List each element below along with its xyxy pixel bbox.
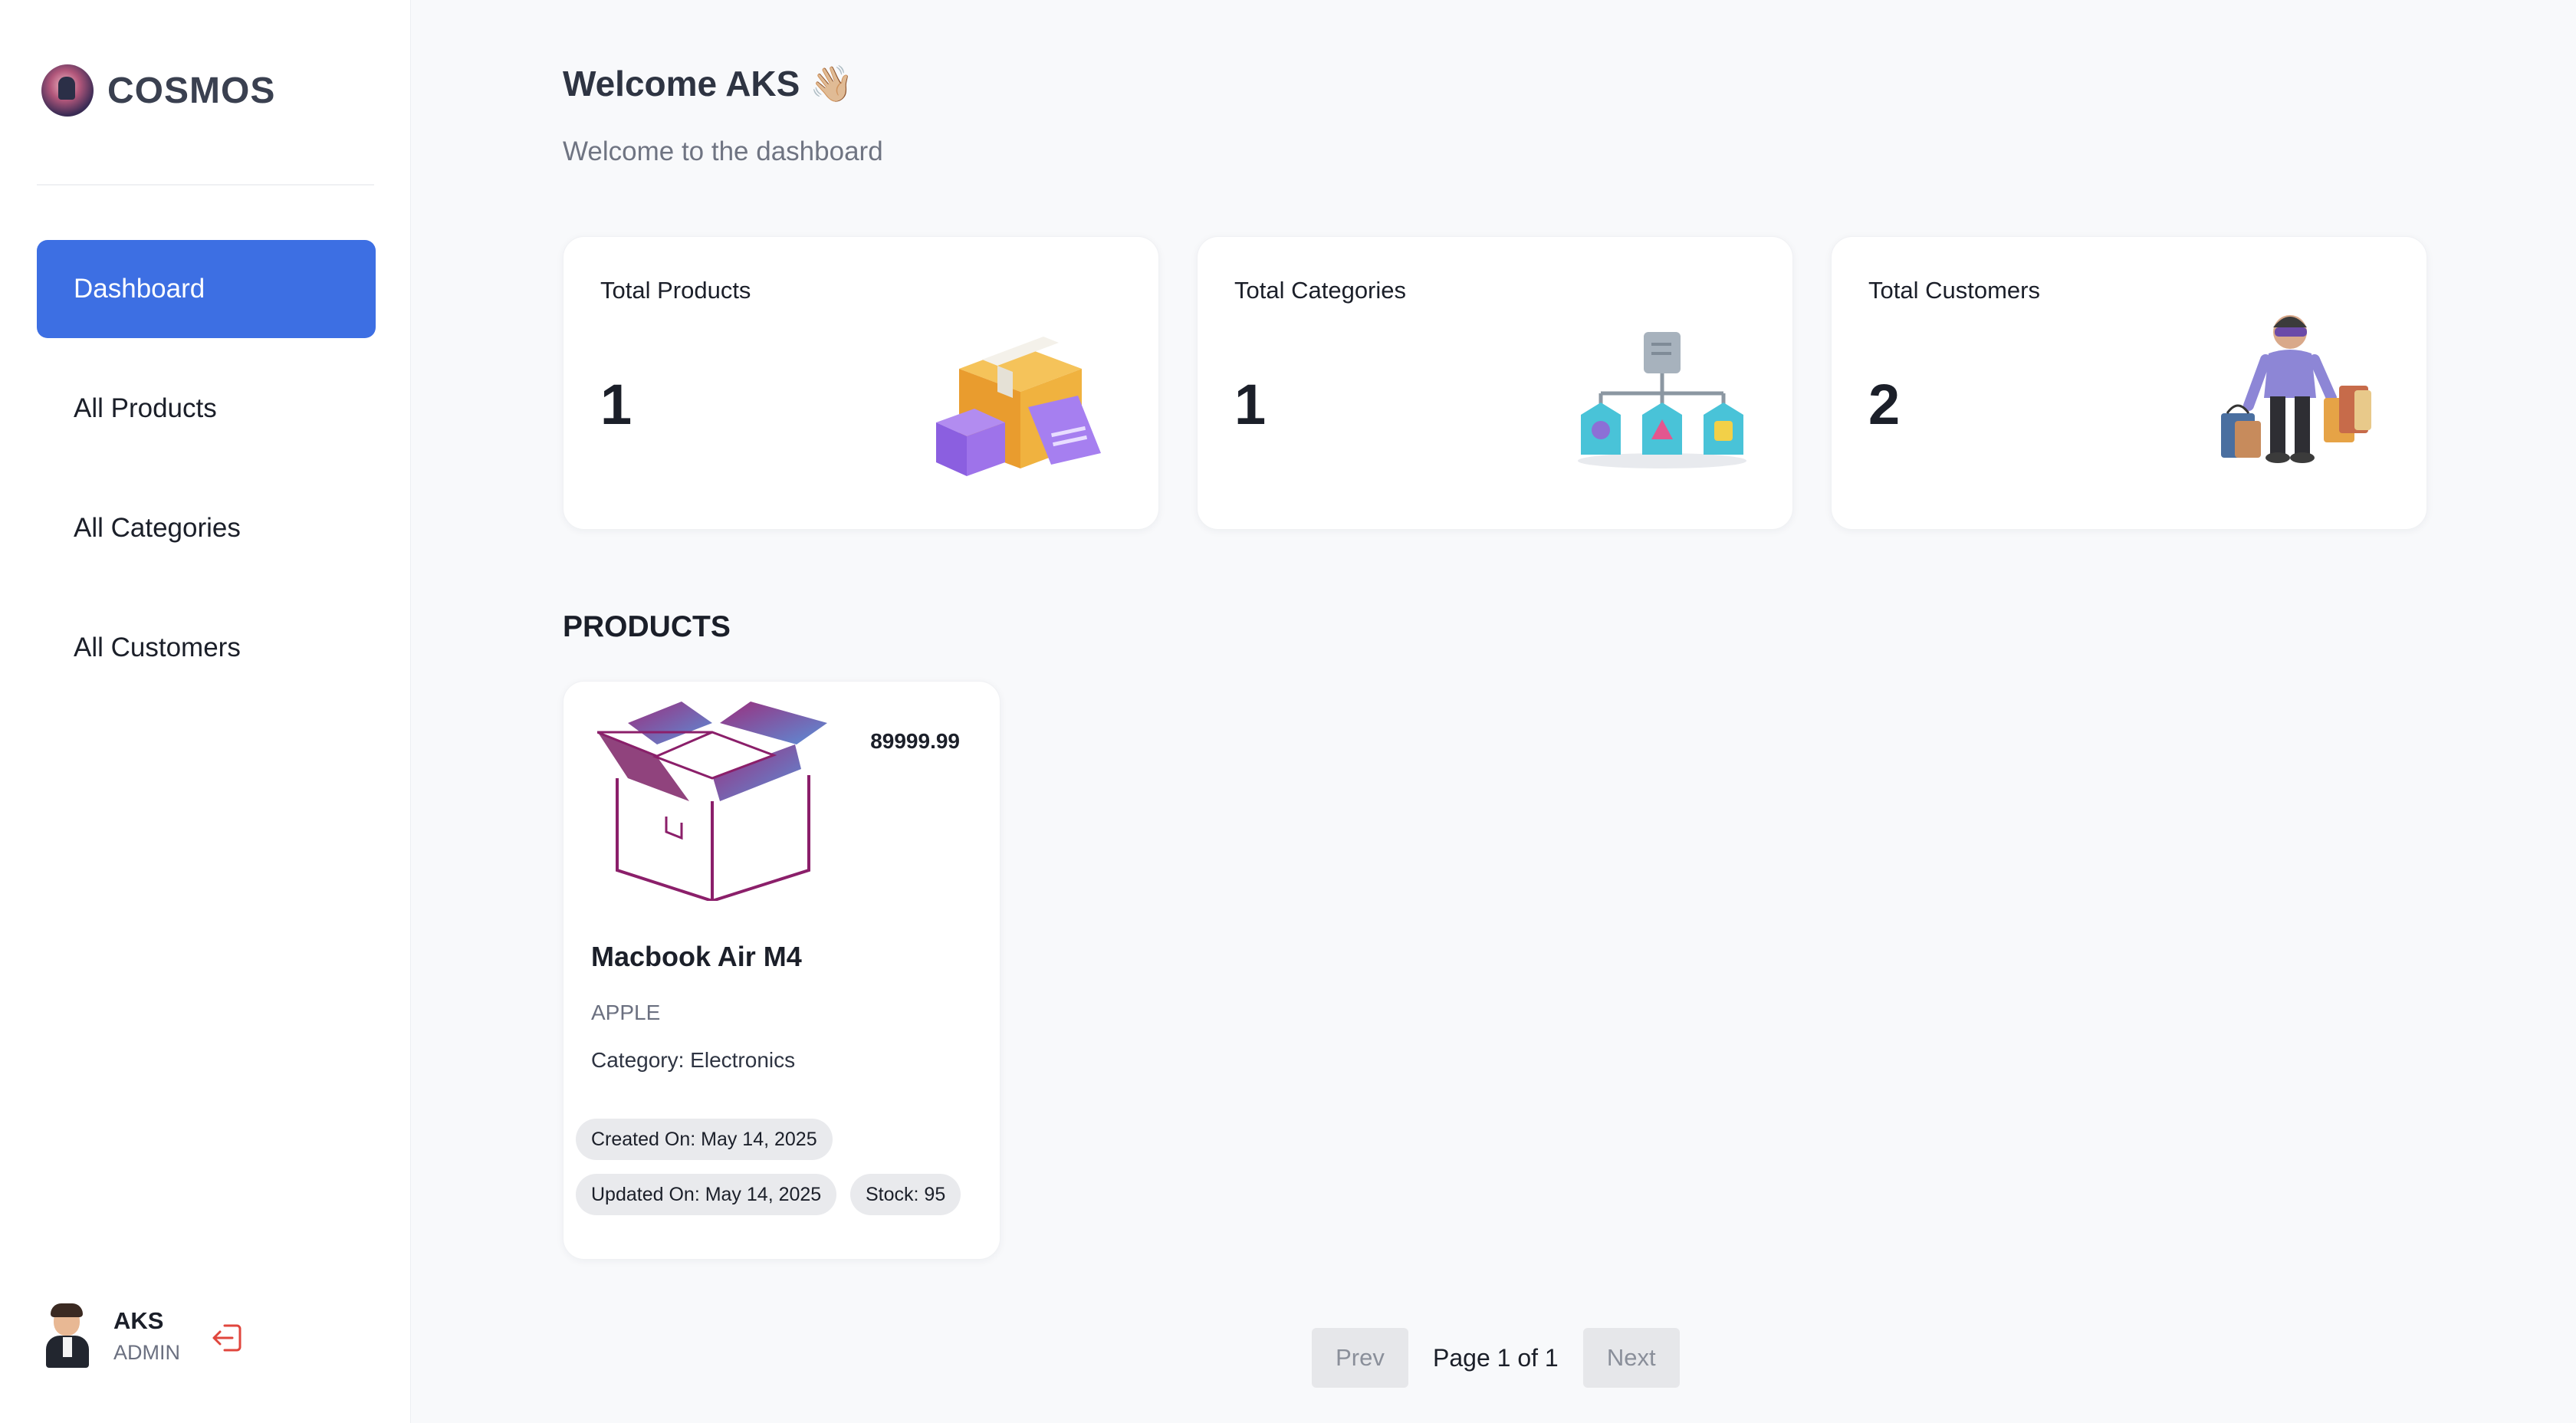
created-badge: Created On: May 14, 2025 [576,1119,833,1160]
customer-shopping-icon [2204,315,2380,476]
user-panel: AKS ADMIN [43,1303,246,1368]
pagination: Prev Page 1 of 1 Next [1312,1328,1680,1388]
product-name: Macbook Air M4 [591,941,802,972]
sidebar-item-all-customers[interactable]: All Customers [37,599,376,697]
stat-value: 1 [600,373,632,436]
product-box-icon [936,323,1112,476]
cosmos-logo-icon [41,64,94,117]
user-role: ADMIN [113,1340,180,1364]
user-info: AKS ADMIN [113,1307,180,1365]
sidebar-divider [37,184,374,186]
stat-card-customers: Total Customers 2 [1831,236,2427,530]
user-avatar-icon [43,1303,92,1368]
user-name: AKS [113,1306,164,1334]
page-indicator: Page 1 of 1 [1433,1343,1559,1372]
stat-label: Total Categories [1234,277,1407,304]
sidebar-nav: Dashboard All Products All Categories Al… [37,240,376,718]
product-category: Category: Electronics [591,1048,796,1072]
stat-label: Total Customers [1868,277,2040,304]
product-brand: APPLE [591,1001,661,1024]
updated-badge: Updated On: May 14, 2025 [576,1174,837,1215]
logout-icon[interactable] [209,1319,246,1356]
page-title: Welcome AKS 👋🏼 [563,64,854,104]
stock-badge: Stock: 95 [850,1174,961,1215]
sidebar-item-all-products[interactable]: All Products [37,360,376,458]
page-subtitle: Welcome to the dashboard [563,136,883,166]
products-section-title: PRODUCTS [563,610,731,643]
sidebar-item-all-categories[interactable]: All Categories [37,479,376,577]
sidebar-item-dashboard[interactable]: Dashboard [37,240,376,338]
next-button[interactable]: Next [1582,1328,1680,1388]
stat-card-products: Total Products 1 [563,236,1159,530]
category-tree-icon [1570,323,1746,476]
brand-name: COSMOS [107,70,276,111]
product-price: 89999.99 [870,729,960,753]
open-box-icon [596,702,835,903]
app-root: COSMOS Dashboard All Products All Catego… [0,0,2576,1423]
stat-value: 1 [1234,373,1267,436]
product-card[interactable]: 89999.99 Macbook Air M4 APPLE Category: … [563,681,1001,1260]
stat-card-categories: Total Categories 1 [1197,236,1793,530]
stat-value: 2 [1868,373,1901,436]
brand[interactable]: COSMOS [41,64,275,117]
sidebar: COSMOS Dashboard All Products All Catego… [0,0,411,1423]
prev-button[interactable]: Prev [1312,1328,1408,1388]
stat-label: Total Products [600,277,751,304]
